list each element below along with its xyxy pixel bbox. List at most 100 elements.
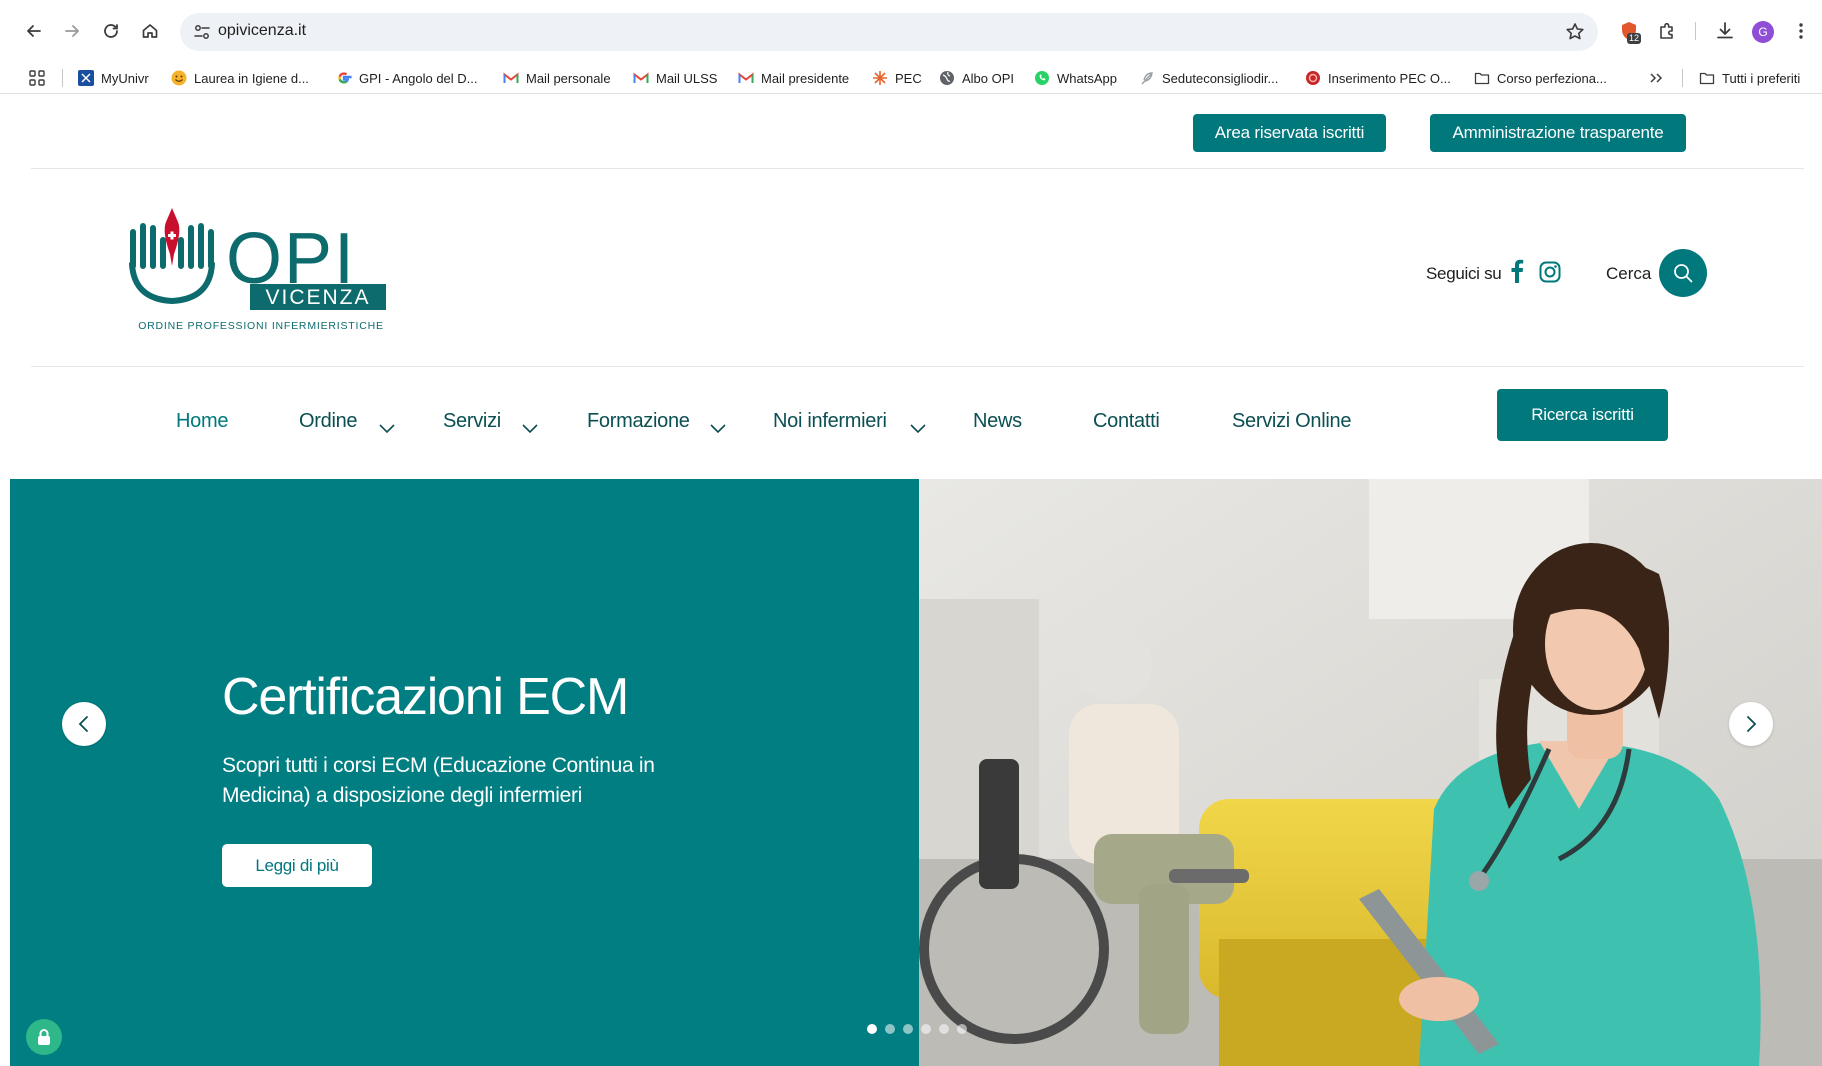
slider-next-button[interactable] <box>1729 702 1773 746</box>
whatsapp-icon <box>1034 70 1050 86</box>
reload-icon <box>104 24 118 38</box>
reload-button[interactable] <box>96 16 126 46</box>
google-icon <box>336 70 352 86</box>
nav-item-noi-infermieri[interactable]: Noi infermieri <box>773 410 887 433</box>
nav-item-servizi-online[interactable]: Servizi Online <box>1232 410 1351 433</box>
bookmarks-bar: MyUnivr Laurea in Igiene d... GPI - Ango… <box>0 62 1822 94</box>
slider-dot[interactable] <box>921 1024 931 1034</box>
header-divider-2 <box>31 366 1804 367</box>
bookmarks-overflow-button[interactable] <box>1648 68 1671 88</box>
bookmark-inserimento-pec[interactable]: Inserimento PEC O... <box>1305 68 1451 88</box>
home-button[interactable] <box>135 16 165 46</box>
double-chevron-right-icon <box>1648 70 1664 86</box>
more-vertical-icon <box>1799 23 1803 39</box>
nurse-photo-image <box>919 479 1822 1066</box>
bookmark-all-folder[interactable]: Tutti i preferiti <box>1699 68 1800 88</box>
bookmark-corso[interactable]: Corso perfeziona... <box>1474 68 1607 88</box>
read-more-button[interactable]: Leggi di più <box>222 844 372 887</box>
bookmark-albo-opi[interactable]: Albo OPI <box>939 68 1014 88</box>
bookmark-myunivr[interactable]: MyUnivr <box>78 68 149 88</box>
back-button[interactable] <box>19 16 49 46</box>
opi-vicenza-logo[interactable]: OPI VICENZA ORDINE PROFESSIONI INFERMIER… <box>126 204 396 334</box>
address-bar[interactable]: opivicenza.it <box>180 13 1598 51</box>
chevron-down-icon[interactable] <box>521 422 539 434</box>
chevron-down-icon[interactable] <box>909 422 927 434</box>
bookmark-pec[interactable]: PEC <box>872 68 922 88</box>
search-label: Cerca <box>1606 264 1652 283</box>
bookmark-mail-ulss[interactable]: Mail ULSS <box>633 68 717 88</box>
privacy-settings-button[interactable] <box>26 1019 62 1055</box>
bookmark-mail-presidente[interactable]: Mail presidente <box>738 68 849 88</box>
nav-item-ordine[interactable]: Ordine <box>299 410 358 433</box>
apps-grid-icon <box>29 70 45 86</box>
gmail-icon <box>633 70 649 86</box>
nav-item-formazione[interactable]: Formazione <box>587 410 690 433</box>
lock-icon <box>38 1029 50 1045</box>
bookmark-gpi[interactable]: GPI - Angolo del D... <box>336 68 478 88</box>
puzzle-icon <box>1660 22 1673 39</box>
bookmark-mail-personale[interactable]: Mail personale <box>503 68 611 88</box>
nav-item-news[interactable]: News <box>973 410 1022 433</box>
folder-icon <box>1474 70 1490 86</box>
chevron-right-icon <box>1747 716 1757 732</box>
area-riservata-button[interactable]: Area riservata iscritti <box>1193 114 1386 152</box>
bookmark-laurea[interactable]: Laurea in Igiene d... <box>171 68 309 88</box>
slider-dot[interactable] <box>867 1024 877 1034</box>
browser-toolbar: opivicenza.it 12 G <box>0 0 1822 62</box>
profile-avatar[interactable]: G <box>1752 21 1774 43</box>
feather-icon <box>1139 70 1155 86</box>
hero-title: Certificazioni ECM <box>222 668 629 726</box>
extensions-button[interactable] <box>1654 18 1680 44</box>
search-icon <box>1674 264 1693 283</box>
ricerca-iscritti-button[interactable]: Ricerca iscritti <box>1497 389 1668 441</box>
chevron-left-icon <box>78 716 88 732</box>
forward-button[interactable] <box>57 16 87 46</box>
nav-item-contatti[interactable]: Contatti <box>1093 410 1160 433</box>
amministrazione-trasparente-button[interactable]: Amministrazione trasparente <box>1430 114 1686 152</box>
slider-dot[interactable] <box>885 1024 895 1034</box>
globe-icon <box>939 70 955 86</box>
facebook-icon[interactable] <box>1510 259 1524 283</box>
site-settings-icon[interactable] <box>192 22 212 42</box>
follow-us-label: Seguici su <box>1426 264 1502 283</box>
slider-dots <box>867 1024 967 1034</box>
home-icon <box>142 24 158 38</box>
emoji-icon <box>171 70 187 86</box>
gmail-icon <box>503 70 519 86</box>
chevron-down-icon[interactable] <box>378 422 396 434</box>
header-divider <box>31 168 1804 169</box>
hero-image <box>919 479 1822 1066</box>
nav-item-servizi[interactable]: Servizi <box>443 410 501 433</box>
hero-panel: Certificazioni ECM Scopri tutti i corsi … <box>10 479 919 1066</box>
web-page: Area riservata iscritti Amministrazione … <box>0 94 1822 1066</box>
folder-icon <box>1699 70 1715 86</box>
arrow-right-icon <box>65 25 79 37</box>
download-icon <box>1717 22 1733 39</box>
logo-city-text: VICENZA <box>265 286 370 309</box>
slider-dot[interactable] <box>939 1024 949 1034</box>
bookmark-star-icon[interactable] <box>1564 21 1586 43</box>
chevron-down-icon[interactable] <box>709 422 727 434</box>
bookmark-whatsapp[interactable]: WhatsApp <box>1034 68 1117 88</box>
apps-button[interactable] <box>29 68 52 88</box>
slider-prev-button[interactable] <box>62 702 106 746</box>
bookmark-sedute[interactable]: Seduteconsigliodir... <box>1139 68 1278 88</box>
hero-slider: Certificazioni ECM Scopri tutti i corsi … <box>10 479 1822 1066</box>
extension-badge: 12 <box>1627 33 1642 44</box>
search-button[interactable] <box>1659 249 1707 297</box>
url-text: opivicenza.it <box>218 22 307 39</box>
gmail-icon <box>738 70 754 86</box>
arrow-left-icon <box>27 25 41 37</box>
logo-tagline-text: ORDINE PROFESSIONI INFERMIERISTICHE <box>138 320 384 332</box>
slider-dot[interactable] <box>957 1024 967 1034</box>
nav-item-home[interactable]: Home <box>176 410 228 433</box>
instagram-icon[interactable] <box>1539 261 1561 283</box>
slider-dot[interactable] <box>903 1024 913 1034</box>
hero-description: Scopri tutti i corsi ECM (Educazione Con… <box>222 754 655 807</box>
spark-icon <box>872 70 888 86</box>
hands-logo-icon: OPI VICENZA ORDINE PROFESSIONI INFERMIER… <box>129 208 386 332</box>
red-circle-icon <box>1305 70 1321 86</box>
browser-menu-button[interactable] <box>1788 18 1814 44</box>
downloads-button[interactable] <box>1712 18 1738 44</box>
univr-icon <box>78 70 94 86</box>
